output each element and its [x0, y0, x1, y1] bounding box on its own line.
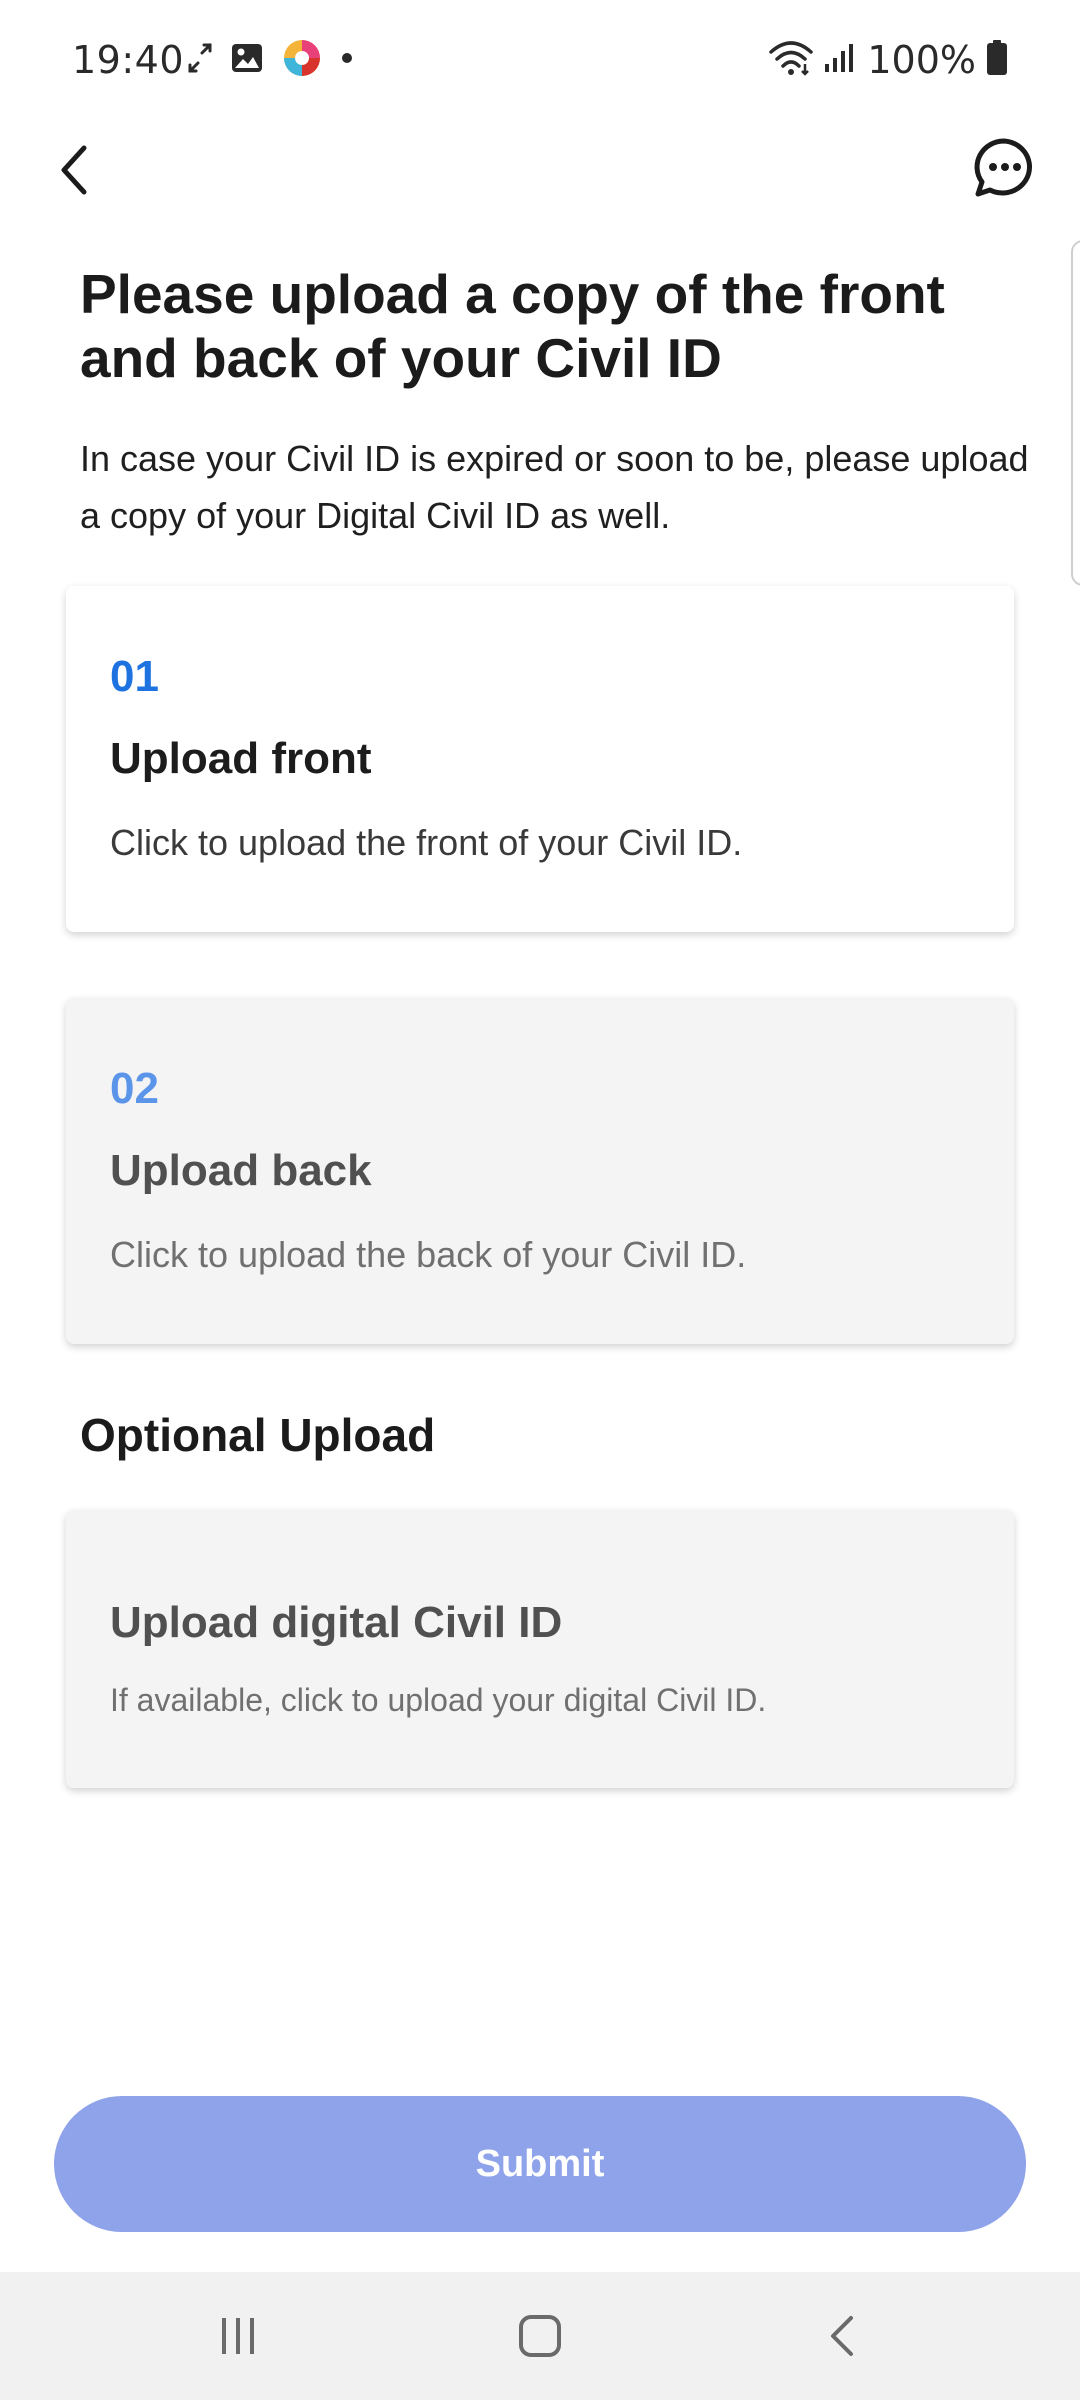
screen: 19:40 100% Please upload a copy of the f… [0, 0, 1080, 2400]
submit-button[interactable]: Submit [54, 2096, 1026, 2232]
system-nav-bar [0, 2272, 1080, 2400]
upload-back-card[interactable]: 02 Upload back Click to upload the back … [66, 998, 1014, 1344]
card-description: Click to upload the back of your Civil I… [110, 1234, 747, 1275]
card-title: Upload front [110, 734, 372, 783]
card-description: If available, click to upload your digit… [110, 1682, 767, 1718]
back-icon [831, 2316, 853, 2356]
signal-icon [823, 42, 857, 79]
step-number: 02 [110, 1064, 159, 1113]
app-bar [0, 122, 1080, 264]
chat-bubble-icon [974, 138, 1032, 197]
status-icons-left [188, 38, 354, 83]
card-title: Upload back [110, 1146, 372, 1195]
page-description: In case your Civil ID is expired or soon… [80, 438, 1029, 536]
battery-percentage: 100% [867, 38, 976, 82]
step-number: 01 [110, 652, 159, 701]
home-button[interactable] [480, 2296, 600, 2376]
chat-button[interactable] [964, 128, 1044, 208]
system-back-button[interactable] [782, 2296, 902, 2376]
upload-digital-civil-id-card[interactable]: Upload digital Civil ID If available, cl… [66, 1510, 1014, 1788]
card-description: Click to upload the front of your Civil … [110, 822, 743, 863]
sync-icon [188, 41, 212, 80]
battery-icon [986, 39, 1008, 81]
card-title: Upload digital Civil ID [110, 1598, 563, 1647]
optional-upload-heading: Optional Upload [80, 1409, 436, 1461]
chevron-left-icon [61, 145, 87, 195]
status-time: 19:40 [72, 38, 185, 82]
status-bar: 19:40 100% [0, 0, 1080, 122]
gallery-icon [230, 41, 264, 80]
back-button[interactable] [42, 130, 106, 210]
recent-apps-icon [222, 2318, 254, 2354]
status-icons-right: 100% [769, 38, 1008, 82]
scroll-indicator[interactable] [1071, 240, 1080, 586]
recent-apps-button[interactable] [178, 2296, 298, 2376]
page-title: Please upload a copy of the front and ba… [80, 263, 945, 389]
upload-front-card[interactable]: 01 Upload front Click to upload the fron… [66, 586, 1014, 932]
dot-icon [340, 51, 354, 70]
home-icon [519, 2315, 561, 2357]
wifi-icon [769, 40, 814, 81]
app-logo-icon [282, 38, 322, 83]
